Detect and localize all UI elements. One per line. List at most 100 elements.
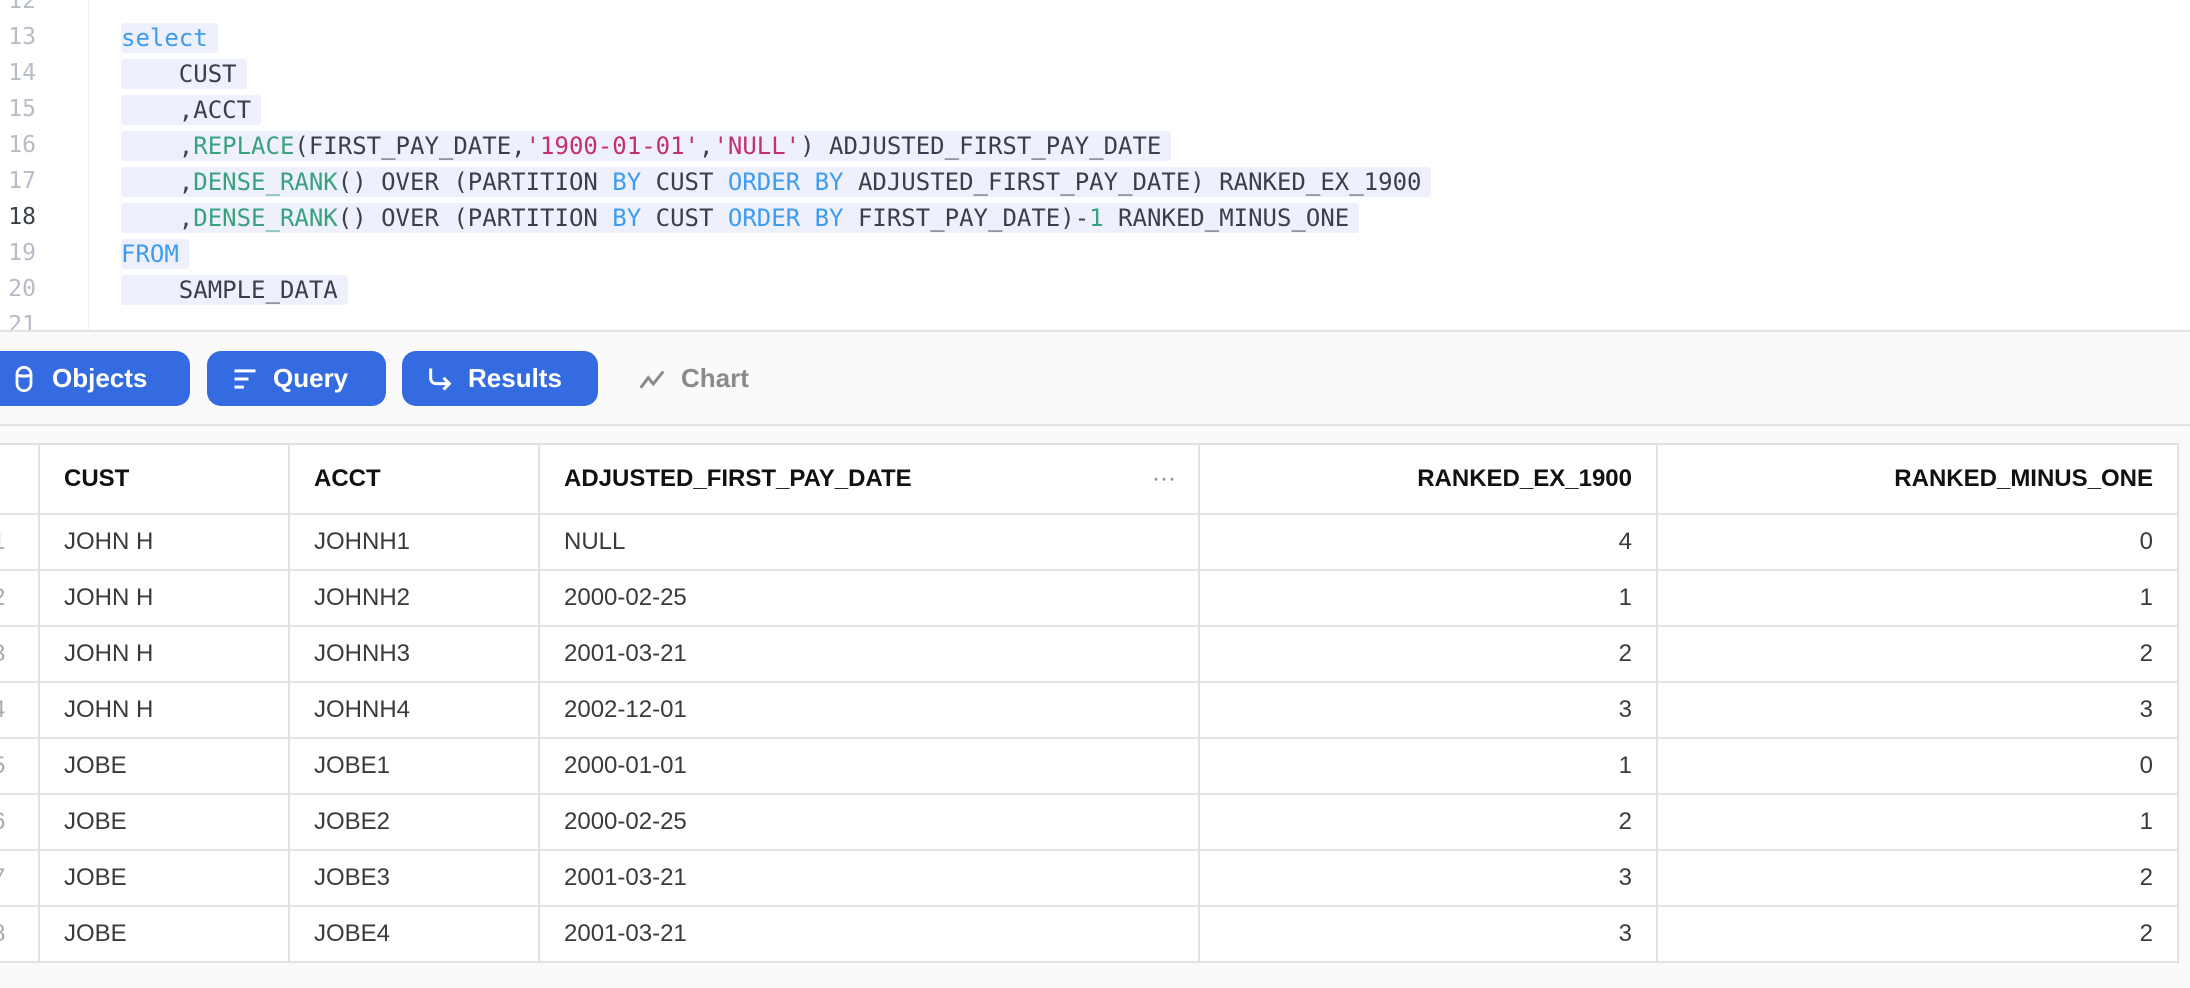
table-cell[interactable]: 0 (1656, 513, 2179, 571)
row-number[interactable]: 6 (0, 793, 40, 851)
table-cell[interactable]: JOHN H (38, 569, 290, 627)
code-line[interactable]: SAMPLE_DATA (121, 275, 348, 305)
code-line[interactable]: ,REPLACE(FIRST_PAY_DATE,'1900-01-01','NU… (121, 131, 1172, 161)
table-cell[interactable]: JOBE1 (288, 737, 540, 795)
column-header[interactable]: RANKED_EX_1900 (1198, 443, 1658, 515)
row-number[interactable]: 2 (0, 569, 40, 627)
code-token: , (698, 132, 714, 160)
table-cell[interactable]: JOHN H (38, 625, 290, 683)
table-cell[interactable]: 1 (1656, 569, 2179, 627)
table-row[interactable]: 2JOHN HJOHNH22000-02-2511 (0, 569, 2179, 627)
table-cell[interactable]: JOBE3 (288, 849, 540, 907)
table-cell[interactable]: 3 (1198, 681, 1658, 739)
table-cell[interactable]: 2000-02-25 (538, 793, 1200, 851)
code-line[interactable]: ,DENSE_RANK() OVER (PARTITION BY CUST OR… (121, 203, 1360, 233)
table-cell[interactable]: 2 (1656, 625, 2179, 683)
code-token: CUST (641, 168, 728, 196)
code-token: (FIRST_PAY_DATE, (294, 132, 526, 160)
table-cell[interactable]: JOHN H (38, 513, 290, 571)
table-cell[interactable]: 2000-02-25 (538, 569, 1200, 627)
row-number[interactable]: 5 (0, 737, 40, 795)
code-token: ORDER BY (727, 204, 844, 232)
table-cell[interactable]: JOBE (38, 905, 290, 963)
table-cell[interactable]: 3 (1198, 849, 1658, 907)
table-row[interactable]: 5JOBEJOBE12000-01-0110 (0, 737, 2179, 795)
column-header[interactable]: RANKED_MINUS_ONE (1656, 443, 2179, 515)
table-cell[interactable]: JOBE (38, 793, 290, 851)
table-row[interactable]: 4JOHN HJOHNH42002-12-0133 (0, 681, 2179, 739)
table-cell[interactable]: JOBE (38, 849, 290, 907)
table-cell[interactable]: 1 (1198, 569, 1658, 627)
code-token: ,ACCT (121, 96, 252, 124)
table-cell[interactable]: 3 (1656, 681, 2179, 739)
table-cell[interactable]: 2 (1198, 625, 1658, 683)
table-cell[interactable]: 1 (1656, 793, 2179, 851)
table-row[interactable]: 3JOHN HJOHNH32001-03-2122 (0, 625, 2179, 683)
table-cell[interactable]: 2 (1198, 793, 1658, 851)
table-row[interactable]: 1JOHN HJOHNH1NULL40 (0, 513, 2179, 571)
table-cell[interactable]: JOBE4 (288, 905, 540, 963)
table-cell[interactable]: JOBE (38, 737, 290, 795)
line-gutter: 12 13 14 15 16 17 18 19 20 21 (0, 0, 89, 330)
column-header[interactable]: CUST (38, 443, 290, 515)
code-line[interactable]: FROM (121, 239, 189, 269)
query-button[interactable]: Query (207, 351, 386, 406)
code-line[interactable]: ,ACCT (121, 95, 262, 125)
table-cell[interactable]: JOHNH1 (288, 513, 540, 571)
table-cell[interactable]: 2001-03-21 (538, 849, 1200, 907)
table-row[interactable]: 7JOBEJOBE32001-03-2132 (0, 849, 2179, 907)
table-cell[interactable]: 4 (1198, 513, 1658, 571)
code-token: () OVER (PARTITION (337, 204, 613, 232)
code-token: FIRST_PAY_DATE)- (843, 204, 1090, 232)
code-token: ADJUSTED_FIRST_PAY_DATE) RANKED_EX_1900 (843, 168, 1422, 196)
row-number[interactable]: 4 (0, 681, 40, 739)
line-number: 15 (8, 96, 36, 122)
arrow-return-icon (429, 368, 452, 391)
table-cell[interactable]: JOHN H (38, 681, 290, 739)
header-row: CUST ACCT ADJUSTED_FIRST_PAY_DATE ··· RAN… (0, 443, 2179, 515)
table-cell[interactable]: JOHNH3 (288, 625, 540, 683)
code-line[interactable]: CUST (121, 59, 247, 89)
row-number[interactable]: 7 (0, 849, 40, 907)
table-cell[interactable]: 2 (1656, 905, 2179, 963)
code-token: CUST (641, 204, 728, 232)
table-cell[interactable]: 2002-12-01 (538, 681, 1200, 739)
table-row[interactable]: 8JOBEJOBE42001-03-2132 (0, 905, 2179, 963)
sql-editor[interactable]: 12 13 14 15 16 17 18 19 20 21 select CUST ,ACCT ,… (0, 0, 2190, 332)
row-number-header (0, 443, 40, 515)
table-cell[interactable]: 1 (1198, 737, 1658, 795)
table-cell[interactable]: 3 (1198, 905, 1658, 963)
table-cell[interactable]: JOHNH2 (288, 569, 540, 627)
query-lines-icon (234, 368, 256, 389)
table-cell[interactable]: 2 (1656, 849, 2179, 907)
code-token: , (121, 168, 194, 196)
objects-label: Objects (52, 363, 148, 393)
results-button[interactable]: Results (402, 351, 598, 406)
table-cell[interactable]: NULL (538, 513, 1200, 571)
code-token: CUST (121, 60, 237, 88)
chart-button[interactable]: Chart (637, 351, 749, 406)
row-number[interactable]: 3 (0, 625, 40, 683)
column-header[interactable]: ADJUSTED_FIRST_PAY_DATE ··· (538, 443, 1200, 515)
objects-button[interactable]: Objects (0, 351, 190, 406)
table-cell[interactable]: 0 (1656, 737, 2179, 795)
column-header[interactable]: ACCT (288, 443, 540, 515)
more-options-icon[interactable]: ··· (1152, 465, 1176, 493)
code-token: ) ADJUSTED_FIRST_PAY_DATE (800, 132, 1162, 160)
code-token: 1 (1089, 204, 1104, 232)
table-cell[interactable]: JOHNH4 (288, 681, 540, 739)
code-line[interactable]: select (121, 23, 218, 53)
table-cell[interactable]: 2001-03-21 (538, 625, 1200, 683)
code-line[interactable]: ,DENSE_RANK() OVER (PARTITION BY CUST OR… (121, 167, 1432, 197)
code-token: FROM (121, 240, 179, 268)
line-number: 18 (8, 204, 36, 230)
line-number: 13 (8, 24, 36, 50)
table-cell[interactable]: 2001-03-21 (538, 905, 1200, 963)
table-cell[interactable]: JOBE2 (288, 793, 540, 851)
results-toolbar: Objects Query Results Chart (0, 332, 2190, 426)
table-cell[interactable]: 2000-01-01 (538, 737, 1200, 795)
table-row[interactable]: 6JOBEJOBE22000-02-2521 (0, 793, 2179, 851)
row-number[interactable]: 1 (0, 513, 40, 571)
code-token: DENSE_RANK (193, 168, 338, 196)
row-number[interactable]: 8 (0, 905, 40, 963)
